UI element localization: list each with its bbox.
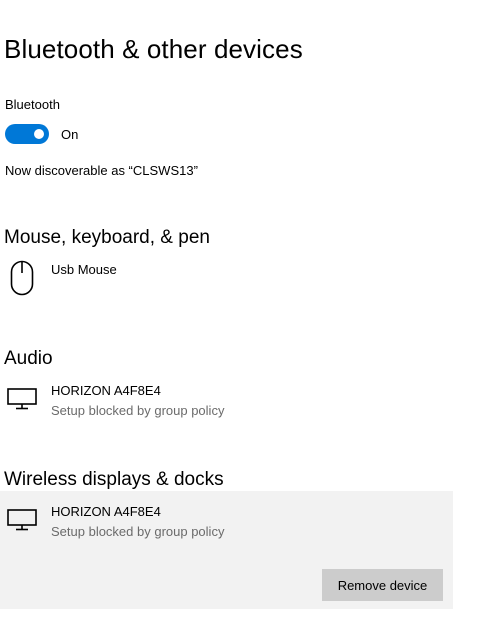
mouse-icon xyxy=(10,260,34,301)
remove-device-button[interactable]: Remove device xyxy=(322,569,443,601)
device-name: HORIZON A4F8E4 xyxy=(51,383,161,398)
device-name: Usb Mouse xyxy=(51,262,117,277)
device-item-horizon-audio[interactable]: HORIZON A4F8E4 Setup blocked by group po… xyxy=(0,376,453,420)
device-item-usb-mouse[interactable]: Usb Mouse xyxy=(0,256,453,302)
discoverable-text: Now discoverable as “CLSWS13” xyxy=(5,163,198,178)
device-status: Setup blocked by group policy xyxy=(51,524,225,539)
section-title-audio: Audio xyxy=(4,348,53,369)
section-title-mouse-keyboard-pen: Mouse, keyboard, & pen xyxy=(4,227,210,248)
page-title: Bluetooth & other devices xyxy=(4,34,303,64)
device-name: HORIZON A4F8E4 xyxy=(51,504,161,519)
monitor-icon xyxy=(7,388,37,415)
device-item-horizon-wireless[interactable]: HORIZON A4F8E4 Setup blocked by group po… xyxy=(0,491,453,609)
bluetooth-label: Bluetooth xyxy=(5,97,60,112)
bluetooth-toggle[interactable] xyxy=(5,124,49,144)
toggle-knob xyxy=(34,129,44,139)
section-title-wireless-displays-docks: Wireless displays & docks xyxy=(4,469,224,490)
bluetooth-toggle-state: On xyxy=(61,127,79,142)
monitor-icon xyxy=(7,509,37,536)
device-status: Setup blocked by group policy xyxy=(51,403,225,418)
